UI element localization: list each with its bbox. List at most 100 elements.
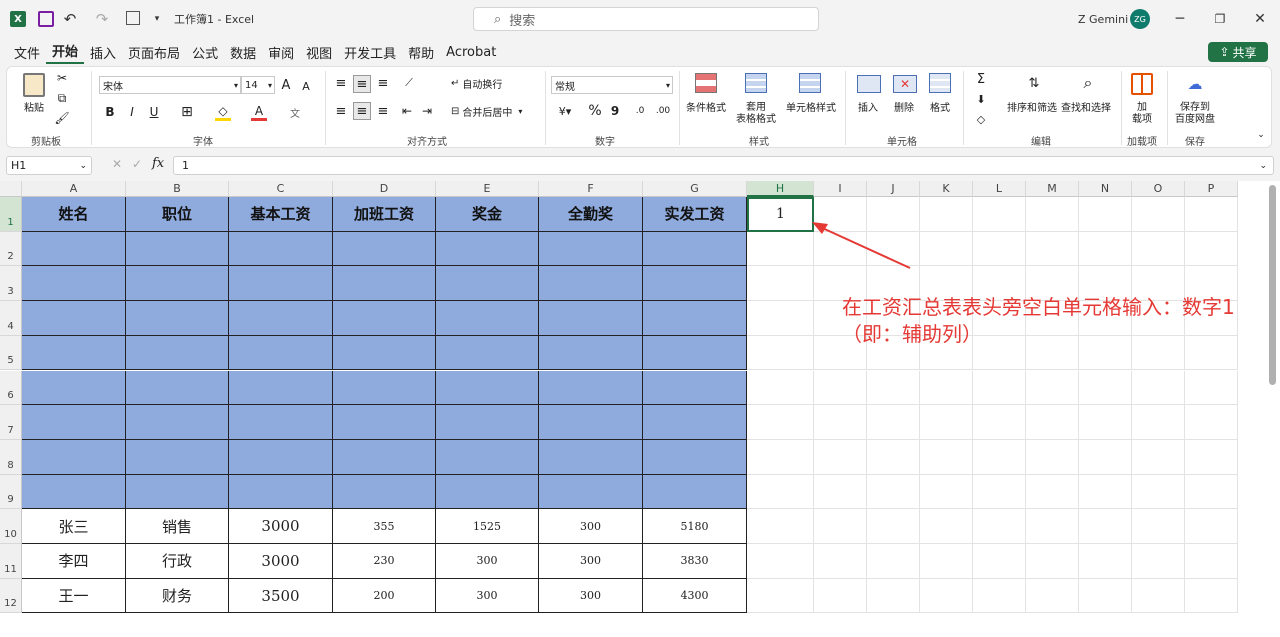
grid-cell[interactable]: [920, 544, 973, 579]
table-cell[interactable]: 4300: [643, 578, 747, 614]
grid-cell[interactable]: [867, 509, 920, 544]
row-header[interactable]: 4: [0, 301, 22, 336]
collapse-ribbon-icon[interactable]: ⌄: [1255, 129, 1267, 141]
grid-cell[interactable]: [814, 474, 867, 510]
align-left-icon[interactable]: ≡: [333, 103, 349, 119]
find-select-icon[interactable]: ⌕: [1075, 71, 1101, 95]
table-cell[interactable]: [333, 474, 436, 510]
grid-cell[interactable]: [1185, 197, 1238, 232]
table-cell[interactable]: 3000: [229, 509, 333, 544]
grid-cell[interactable]: [973, 509, 1026, 544]
format-cells-button[interactable]: 格式: [925, 99, 955, 114]
tab-review[interactable]: 审阅: [262, 43, 300, 62]
tab-file[interactable]: 文件: [8, 43, 46, 62]
tab-help[interactable]: 帮助: [402, 43, 440, 62]
table-cell[interactable]: [436, 439, 539, 475]
table-cell[interactable]: 200: [333, 578, 436, 614]
minimize-icon[interactable]: ─: [1170, 9, 1190, 29]
grid-cell[interactable]: [973, 474, 1026, 510]
increase-decimal-button[interactable]: .0: [631, 103, 649, 119]
row-header[interactable]: 7: [0, 405, 22, 440]
grid-cell[interactable]: [867, 578, 920, 614]
grid-cell[interactable]: [1079, 439, 1132, 475]
table-cell[interactable]: 张三: [22, 509, 126, 544]
table-cell[interactable]: [436, 370, 539, 406]
grid-cell[interactable]: [1079, 544, 1132, 579]
table-cell[interactable]: [436, 335, 539, 371]
paste-icon[interactable]: [23, 73, 45, 97]
row-header[interactable]: 9: [0, 474, 22, 510]
column-header[interactable]: G: [643, 181, 747, 197]
align-top-icon[interactable]: ≡: [333, 75, 349, 91]
copy-icon[interactable]: ⧉: [55, 91, 69, 105]
grid-cell[interactable]: [1026, 474, 1079, 510]
sort-filter-icon[interactable]: ⇅: [1021, 71, 1047, 95]
grid-cell[interactable]: [1079, 370, 1132, 406]
tab-formulas[interactable]: 公式: [186, 43, 224, 62]
grid-cell[interactable]: [1079, 474, 1132, 510]
grid-cell[interactable]: [747, 578, 814, 614]
table-cell[interactable]: [126, 439, 229, 475]
grid-cell[interactable]: [747, 544, 814, 579]
border-icon[interactable]: ⊞: [179, 104, 195, 120]
enter-icon[interactable]: ✓: [132, 157, 142, 171]
format-cells-icon[interactable]: [929, 73, 951, 93]
table-cell[interactable]: [126, 301, 229, 336]
table-cell[interactable]: [539, 474, 643, 510]
insert-cells-button[interactable]: 插入: [853, 99, 883, 114]
orientation-icon[interactable]: ⟋: [399, 75, 419, 91]
format-as-table-icon[interactable]: [745, 73, 767, 93]
grid-cell[interactable]: [973, 197, 1026, 232]
grid-cell[interactable]: [1026, 197, 1079, 232]
table-cell[interactable]: [333, 231, 436, 267]
table-cell[interactable]: [333, 370, 436, 406]
search-box[interactable]: ⌕ 搜索: [473, 7, 819, 31]
sort-filter-button[interactable]: 排序和筛选: [1005, 99, 1059, 114]
grid-cell[interactable]: [1079, 405, 1132, 440]
cancel-icon[interactable]: ✕: [112, 157, 122, 171]
grid-cell[interactable]: [1026, 231, 1079, 267]
indent-decrease-icon[interactable]: ⇤: [399, 103, 415, 119]
table-cell[interactable]: [436, 405, 539, 440]
grow-font-button[interactable]: A: [279, 76, 293, 94]
table-cell[interactable]: [229, 405, 333, 440]
column-header[interactable]: A: [22, 181, 126, 197]
table-cell[interactable]: 3500: [229, 578, 333, 614]
row-header[interactable]: 6: [0, 370, 22, 406]
table-cell[interactable]: 300: [539, 578, 643, 614]
conditional-format-icon[interactable]: [695, 73, 717, 93]
grid-cell[interactable]: [1185, 578, 1238, 614]
cell-styles-icon[interactable]: [799, 73, 821, 93]
table-cell[interactable]: [229, 335, 333, 371]
percent-button[interactable]: %: [587, 102, 603, 120]
grid-cell[interactable]: [814, 197, 867, 232]
underline-button[interactable]: U: [147, 103, 161, 121]
table-cell[interactable]: 王一: [22, 578, 126, 614]
table-cell[interactable]: [643, 474, 747, 510]
column-header[interactable]: O: [1132, 181, 1185, 197]
currency-icon[interactable]: ¥▾: [553, 103, 577, 119]
table-cell[interactable]: [126, 474, 229, 510]
worksheet-grid[interactable]: A B C D E F G H I J K L M N O P 1 2 3 4 5 6 7 8 9 10 11 12 姓名 职位 基本工资加…: [0, 181, 1280, 637]
name-box[interactable]: H1 ⌄: [6, 156, 92, 175]
grid-cell[interactable]: [747, 405, 814, 440]
table-cell[interactable]: [436, 266, 539, 302]
clear-icon[interactable]: ◇: [973, 111, 989, 127]
formula-input[interactable]: 1 ⌄: [173, 156, 1274, 175]
wrap-text-button[interactable]: ↵ 自动换行: [451, 75, 515, 91]
table-cell[interactable]: 300: [539, 509, 643, 544]
redo-icon[interactable]: ↷: [94, 9, 110, 29]
grid-cell[interactable]: [747, 474, 814, 510]
grid-cell[interactable]: [1026, 370, 1079, 406]
table-cell[interactable]: [539, 370, 643, 406]
table-cell[interactable]: [539, 301, 643, 336]
row-header[interactable]: 2: [0, 231, 22, 267]
column-header[interactable]: P: [1185, 181, 1238, 197]
grid-cell[interactable]: [1026, 439, 1079, 475]
table-cell[interactable]: [229, 231, 333, 267]
share-button[interactable]: ⇪ 共享: [1208, 42, 1268, 62]
font-size-select[interactable]: 14 ▾: [241, 76, 275, 94]
column-header[interactable]: B: [126, 181, 229, 197]
bold-button[interactable]: B: [103, 103, 117, 121]
table-cell[interactable]: 1525: [436, 509, 539, 544]
